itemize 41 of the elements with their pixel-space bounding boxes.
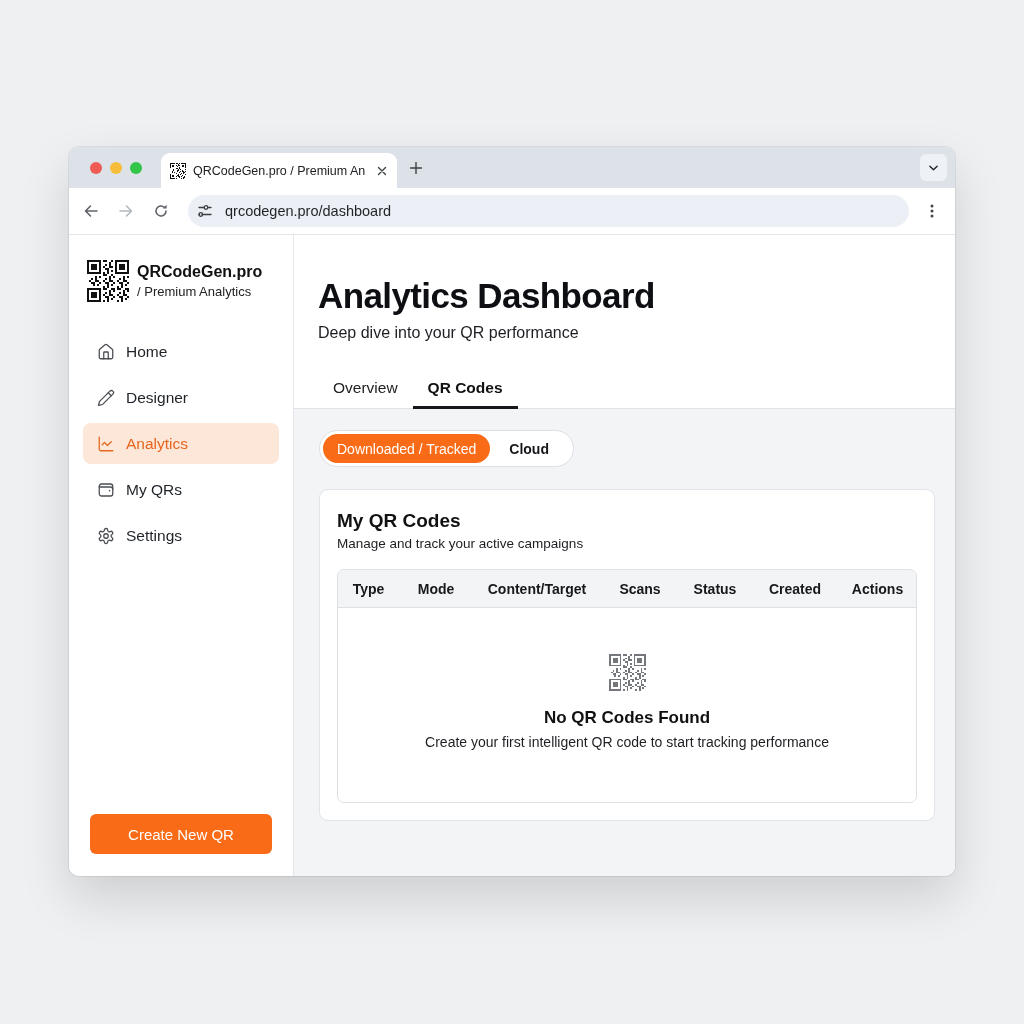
close-icon[interactable] [377,165,387,176]
page-subtitle: Deep dive into your QR performance [318,323,579,343]
kebab-menu-icon[interactable] [930,204,934,218]
column-header: Content/Target [487,580,587,597]
back-arrow-icon[interactable] [83,203,99,219]
tab[interactable]: QR Codes [412,368,518,409]
column-header: Type [352,580,385,597]
card-subtitle: Manage and track your active campaigns [337,535,584,553]
pencil-icon [97,388,115,407]
tab-list-button[interactable] [920,154,947,181]
window-close-icon[interactable] [90,161,102,174]
column-header: Mode [417,580,455,597]
house-icon [97,342,115,361]
nav-item[interactable]: Settings [83,515,279,556]
chevron-down-icon [929,164,938,171]
plus-icon[interactable] [410,161,422,174]
line-chart-icon [97,434,115,453]
nav-item[interactable]: Designer [83,377,279,418]
filter-toggle[interactable]: Cloud [490,434,570,463]
browser-tab[interactable]: QRCodeGen.pro / Premium An [161,153,397,188]
brand-tagline: / Premium Analytics [137,284,253,299]
qr-code-icon [608,654,646,691]
empty-state-message: Create your first intelligent QR code to start tracking performance [425,734,829,750]
card-title: My QR Codes [337,509,461,533]
tab[interactable]: Overview [318,368,413,409]
sliders-icon [198,204,212,218]
empty-state-title: No QR Codes Found [543,708,711,728]
gear-icon [97,526,115,545]
column-header: Created [768,580,822,597]
page-title: Analytics Dashboard [318,275,655,317]
column-header: Actions [851,580,904,597]
brand-name: QRCodeGen.pro [137,263,263,281]
column-header: Scans [619,580,661,597]
nav-item[interactable]: My QRs [83,469,279,510]
qr-code-icon [170,162,186,179]
qr-code-icon [87,260,129,302]
wallet-icon [97,480,115,499]
address-bar[interactable]: qrcodegen.pro/dashboard [188,195,909,227]
column-header: Status [693,580,737,597]
reload-icon[interactable] [153,203,169,219]
nav-item[interactable]: Home [83,331,279,372]
